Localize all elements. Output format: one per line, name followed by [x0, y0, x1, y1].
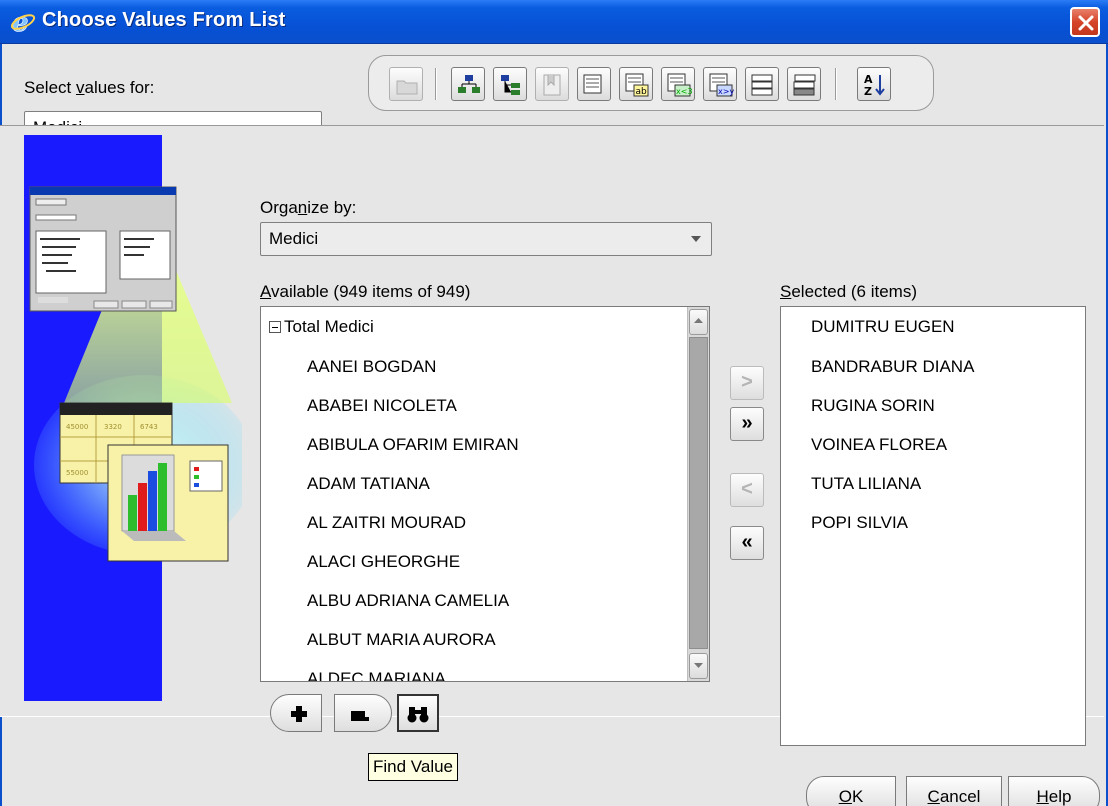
list-item[interactable]: DUMITRU EUGEN [811, 317, 955, 337]
selected-label: Selected (6 items) [780, 282, 918, 301]
minus-icon [351, 711, 369, 721]
folder-icon [396, 80, 418, 95]
save-selection-button[interactable] [787, 67, 821, 101]
text-condition-button[interactable]: ab [619, 67, 653, 101]
list-item[interactable]: TUTA LILIANA [811, 474, 921, 494]
svg-text:55000: 55000 [66, 469, 88, 477]
collapse-button[interactable] [334, 694, 392, 732]
list-item[interactable]: AANEI BOGDAN [307, 357, 436, 377]
list-item[interactable]: VOINEA FLOREA [811, 435, 947, 455]
scroll-up-button[interactable] [689, 309, 708, 335]
sort-button[interactable]: AZ [857, 67, 891, 101]
list-icon [583, 74, 602, 94]
list-item[interactable]: ADAM TATIANA [307, 474, 430, 494]
collapse-icon[interactable] [269, 321, 281, 333]
chevron-down-icon [694, 663, 703, 668]
list-item[interactable]: ABABEI NICOLETA [307, 396, 457, 416]
ok-button[interactable]: OK [806, 776, 896, 806]
bookmark-button[interactable] [535, 67, 569, 101]
chevron-up-icon [694, 318, 703, 323]
value-match-icon: x>y [709, 73, 734, 97]
list-item[interactable]: ALBUT MARIA AURORA [307, 630, 496, 650]
svg-text:x>y: x>y [718, 87, 734, 96]
svg-text:Z: Z [864, 85, 872, 98]
select-children-button[interactable] [493, 67, 527, 101]
list-item[interactable]: RUGINA SORIN [811, 396, 935, 416]
available-list[interactable]: Total Medici AANEI BOGDAN ABABEI NICOLET… [260, 306, 710, 682]
add-all-button[interactable]: » [730, 407, 764, 441]
top-n-icon: x<3 [667, 73, 692, 97]
available-scrollbar[interactable] [687, 307, 709, 681]
open-folder-button[interactable] [389, 67, 423, 101]
organize-by-value: Medici [269, 229, 319, 248]
top-bottom-button[interactable]: x<3 [661, 67, 695, 101]
plus-icon [291, 706, 307, 722]
scroll-thumb[interactable] [689, 337, 708, 649]
organize-by-label: Organize by: [260, 198, 357, 217]
list-item[interactable]: ABIBULA OFARIM EMIRAN [307, 435, 519, 455]
scroll-down-button[interactable] [689, 653, 708, 679]
svg-text:6743: 6743 [140, 423, 158, 431]
wizard-illustration: 45000 3320 6743 55000 [24, 135, 242, 701]
list-item[interactable]: BANDRABUR DIANA [811, 357, 974, 377]
text-match-icon: ab [625, 73, 649, 97]
binoculars-icon [407, 707, 429, 723]
organize-by-dropdown[interactable]: Medici [260, 222, 712, 256]
list-item[interactable]: ALDEC MARIANA [307, 669, 446, 681]
expand-button[interactable] [270, 694, 322, 732]
save-stack-icon [793, 74, 816, 96]
cancel-button[interactable]: Cancel [906, 776, 1002, 806]
remove-selected-button[interactable]: < [730, 473, 764, 507]
sort-az-icon: AZ [864, 73, 885, 98]
stack-icon [751, 74, 773, 96]
remove-all-button[interactable]: « [730, 526, 764, 560]
bookmark-icon [543, 74, 561, 96]
selected-list[interactable]: DUMITRU EUGEN BANDRABUR DIANA RUGINA SOR… [780, 306, 1086, 746]
internet-explorer-icon: e [10, 9, 36, 35]
value-condition-button[interactable]: x>y [703, 67, 737, 101]
select-hierarchy-button[interactable] [451, 67, 485, 101]
tree-root-item[interactable]: Total Medici [269, 317, 374, 337]
hierarchy-icon [458, 75, 480, 93]
svg-text:45000: 45000 [66, 423, 88, 431]
window-title: Choose Values From List [42, 9, 286, 31]
children-icon [501, 75, 520, 95]
svg-text:3320: 3320 [104, 423, 122, 431]
toolbar: ab x<3 x>y AZ [368, 55, 934, 111]
available-label: Available (949 items of 949) [260, 282, 471, 301]
add-selected-button[interactable]: > [730, 366, 764, 400]
saved-selection-button[interactable] [745, 67, 779, 101]
svg-text:x<3: x<3 [676, 87, 692, 96]
svg-text:ab: ab [636, 87, 648, 97]
chevron-down-icon [691, 236, 701, 242]
close-icon [1078, 15, 1094, 31]
help-button[interactable]: Help [1008, 776, 1100, 806]
title-bar: e Choose Values From List [0, 0, 1108, 44]
list-item[interactable]: ALACI GHEORGHE [307, 552, 460, 572]
tree-root-label: Total Medici [284, 317, 374, 336]
find-value-button[interactable] [397, 694, 439, 732]
list-item[interactable]: AL ZAITRI MOURAD [307, 513, 466, 533]
select-values-label: Select values for: [24, 78, 155, 97]
match-list-button[interactable] [577, 67, 611, 101]
list-item[interactable]: POPI SILVIA [811, 513, 908, 533]
list-item[interactable]: ALBU ADRIANA CAMELIA [307, 591, 509, 611]
find-value-tooltip: Find Value [368, 753, 459, 781]
close-button[interactable] [1070, 7, 1100, 37]
